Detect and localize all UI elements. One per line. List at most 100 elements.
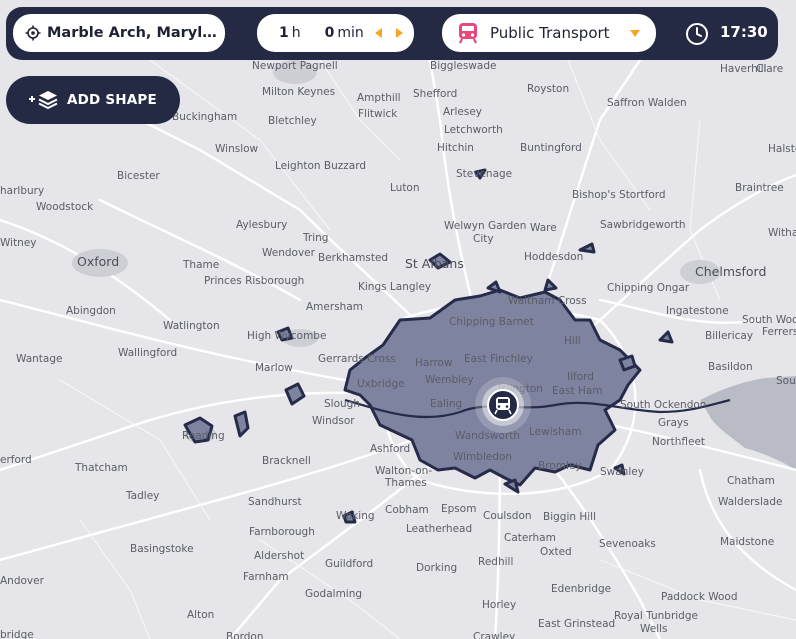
place-label: Oxford (77, 254, 119, 269)
minutes-value: 0 (324, 25, 335, 41)
place-label: Coulsdon (483, 510, 532, 522)
place-label: Royal Tunbridge (614, 610, 698, 622)
place-label: Wells (640, 623, 668, 635)
place-label: Harrow (415, 357, 453, 369)
place-label: Woodstock (36, 201, 94, 213)
place-label: Kings Langley (358, 281, 431, 293)
place-label: Oxted (540, 546, 572, 558)
place-label: Chelmsford (695, 264, 766, 279)
place-label: Leighton Buzzard (275, 160, 366, 172)
place-label: Chipping Barnet (449, 316, 534, 328)
place-label: Stevenage (456, 168, 512, 180)
place-label: Witha (768, 227, 796, 239)
place-label: Watlington (163, 320, 220, 332)
place-label: Tring (302, 232, 328, 244)
transport-mode-label: Public Transport (490, 24, 610, 42)
place-label: Gerrards Cross (318, 353, 396, 365)
place-label: East Grinstead (538, 618, 615, 630)
add-shape-label: ADD SHAPE (67, 92, 157, 108)
place-label: Ashford (370, 443, 410, 455)
place-label: Bishop's Stortford (572, 189, 666, 201)
place-label: Caterham (504, 532, 556, 544)
place-label: City (473, 233, 494, 245)
place-label: Bordon (226, 631, 264, 639)
place-label: Biggin Hill (543, 511, 596, 523)
place-label: Sevenoaks (599, 538, 656, 550)
place-label: Wembley (425, 374, 474, 386)
place-label: Ware (530, 222, 557, 234)
place-label: bridge (0, 629, 34, 639)
place-label: Braintree (735, 182, 784, 194)
place-label: Marlow (255, 362, 293, 374)
place-label: Walton-on- (375, 465, 432, 477)
place-label: Buckingham (172, 111, 237, 123)
place-label: Farnborough (249, 526, 315, 538)
place-label: Thatcham (74, 462, 128, 474)
place-label: St Albans (405, 256, 464, 271)
clock-icon[interactable] (685, 22, 709, 46)
place-label: East Finchley (464, 353, 533, 365)
increase-time-arrow-icon[interactable] (396, 28, 403, 38)
departure-time[interactable]: 17:30 (720, 23, 768, 41)
place-label: Woking (336, 510, 375, 522)
place-label: Witney (0, 237, 37, 249)
place-label: Saffron Walden (607, 97, 687, 109)
place-label: Ampthill (357, 92, 401, 104)
minutes-unit: min (337, 25, 364, 41)
place-label: Godalming (305, 588, 362, 600)
place-label: Uxbridge (357, 378, 405, 390)
place-label: Wantage (16, 353, 62, 365)
place-label: Swanley (600, 466, 644, 478)
travel-time-control[interactable]: 1 h 0 min (257, 14, 414, 52)
place-label: Shefford (413, 88, 457, 100)
place-label: Thame (182, 259, 219, 271)
place-label: Aldershot (254, 550, 304, 562)
place-label: Bromley (538, 460, 582, 472)
hours-value: 1 (279, 25, 289, 41)
place-label: South Wood (742, 314, 796, 326)
place-label: Halste (768, 143, 796, 155)
decrease-time-arrow-icon[interactable] (375, 28, 382, 38)
place-label: Tadley (125, 490, 159, 502)
place-label: Maidstone (720, 536, 774, 548)
hours-unit: h (291, 25, 301, 41)
place-label: Hitchin (437, 142, 474, 154)
place-label: Redhill (478, 556, 513, 568)
place-label: Ferrers (762, 326, 796, 338)
place-label: Horley (482, 599, 516, 611)
place-label: South Ockendon (620, 399, 706, 411)
place-label: Newport Pagnell (252, 60, 338, 72)
place-label: Aylesbury (236, 219, 287, 231)
place-label: Paddock Wood (661, 591, 738, 603)
place-label: Buntingford (520, 142, 582, 154)
place-label: Bletchley (268, 115, 317, 127)
place-label: Wallingford (118, 347, 177, 359)
place-label: Bracknell (262, 455, 311, 467)
place-label: harlbury (0, 185, 44, 197)
place-label: Ilford (567, 371, 594, 383)
place-label: Walderslade (718, 496, 782, 508)
origin-marker[interactable] (475, 377, 531, 433)
place-label: Thames (384, 477, 427, 489)
place-label: Slough (324, 398, 360, 410)
place-label: Waltham Cross (508, 295, 587, 307)
place-label: Ingatestone (666, 305, 729, 317)
place-label: erford (0, 454, 32, 466)
place-label: East Ham (552, 385, 603, 397)
place-label: Chipping Ongar (607, 282, 690, 294)
place-label: Reading (182, 430, 225, 442)
transport-mode-dropdown[interactable]: Public Transport (442, 14, 656, 52)
place-label: Northfleet (652, 436, 705, 448)
place-label: Biggleswade (430, 60, 496, 72)
location-label: Marble Arch, Marylebone, London (47, 25, 219, 41)
place-label: Arlesey (443, 106, 482, 118)
place-label: Bicester (117, 170, 160, 182)
layers-plus-icon (29, 91, 58, 110)
add-shape-button[interactable]: ADD SHAPE (6, 76, 180, 124)
place-label: Royston (527, 83, 569, 95)
location-selector[interactable]: Marble Arch, Marylebone, London (13, 14, 225, 52)
place-label: High Wycombe (247, 330, 326, 342)
place-label: Hill (564, 335, 581, 347)
place-label: Chatham (727, 475, 775, 487)
place-label: Wendover (262, 247, 316, 259)
